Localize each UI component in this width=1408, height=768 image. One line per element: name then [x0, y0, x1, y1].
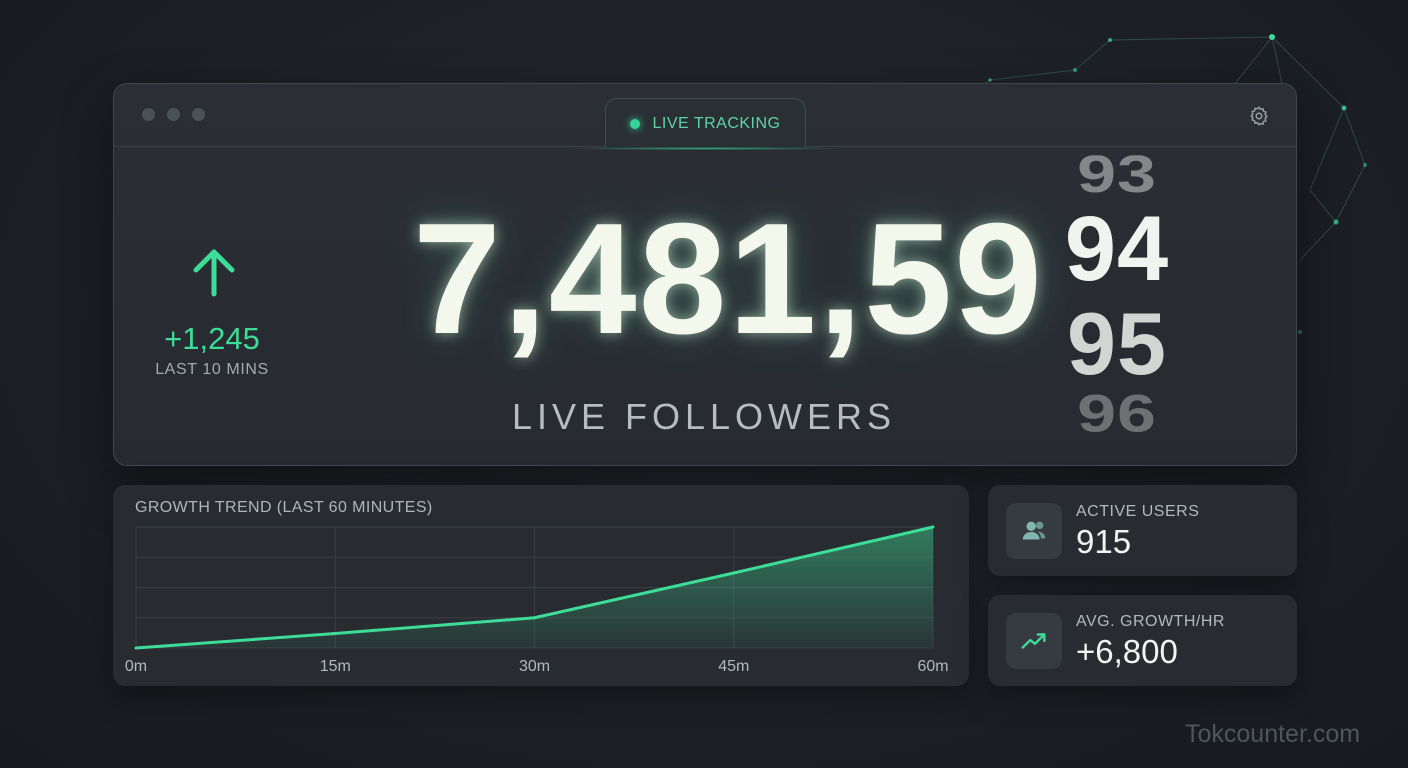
- odometer-digit-prev: 93: [1077, 155, 1157, 193]
- window-dot-2[interactable]: [167, 108, 180, 121]
- chart-x-tick-label: 0m: [125, 658, 147, 675]
- odometer-digits: 93 94 95 96: [1052, 149, 1182, 439]
- live-counter-window: LIVE TRACKING +1,245 LAST 10 MINS 7,481,…: [113, 83, 1297, 466]
- window-dot-1[interactable]: [142, 108, 155, 121]
- chart-x-tick-label: 45m: [718, 658, 749, 675]
- chart-x-tick-label: 15m: [320, 658, 351, 675]
- chart-x-tick-label: 30m: [519, 658, 550, 675]
- active-users-value: 915: [1076, 523, 1132, 560]
- growth-trend-title: GROWTH TREND (LAST 60 MINUTES): [135, 499, 433, 516]
- follower-count: 7,481,59: [412, 191, 1044, 367]
- avg-growth-card: AVG. GROWTH/HR +6,800: [988, 595, 1297, 686]
- live-tracking-label: LIVE TRACKING: [652, 114, 781, 132]
- gear-icon[interactable]: [1248, 105, 1270, 127]
- live-tracking-badge: LIVE TRACKING: [566, 98, 845, 150]
- follower-delta-value: +1,245: [164, 321, 260, 356]
- window-dot-3[interactable]: [192, 108, 205, 121]
- trending-up-icon: [1006, 613, 1062, 669]
- odometer-digit-current: 94: [1064, 198, 1170, 300]
- users-icon: [1006, 503, 1062, 559]
- odometer-digit-after: 96: [1077, 390, 1157, 433]
- active-users-label: ACTIVE USERS: [1076, 503, 1200, 520]
- avg-growth-value: +6,800: [1076, 633, 1178, 670]
- active-users-card: ACTIVE USERS 915: [988, 485, 1297, 576]
- site-watermark: Tokcounter.com: [1185, 720, 1361, 748]
- window-controls: [142, 108, 205, 121]
- odometer-digit-next: 95: [1067, 294, 1167, 393]
- window-titlebar: LIVE TRACKING: [114, 84, 1296, 150]
- growth-trend-card: 0m 15m 30m 45m 60m GROWTH TREND (LAST 60 MIN…: [113, 485, 969, 686]
- live-indicator-dot: [630, 118, 641, 129]
- follower-delta-label: LAST 10 MINS: [155, 361, 269, 378]
- live-followers-label: LIVE FOLLOWERS: [511, 396, 897, 437]
- arrow-up-icon: [189, 244, 239, 299]
- avg-growth-label: AVG. GROWTH/HR: [1076, 613, 1225, 630]
- chart-x-tick-label: 60m: [917, 658, 948, 675]
